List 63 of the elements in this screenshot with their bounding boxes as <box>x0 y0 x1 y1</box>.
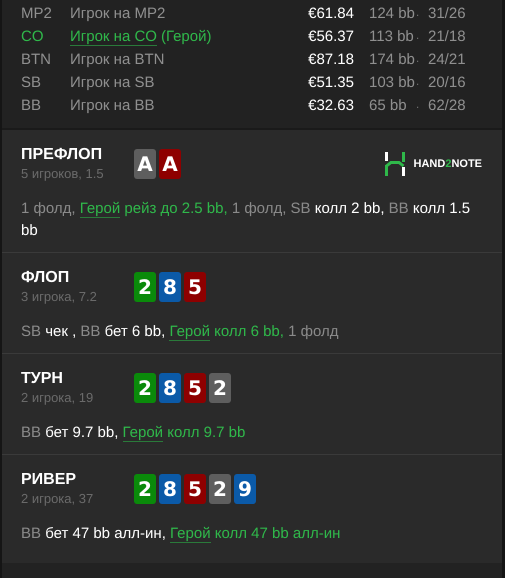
player-stats: 20/16 <box>427 74 466 91</box>
stack-amount: €51.35 <box>307 74 354 91</box>
card: 2 <box>134 474 156 504</box>
street-title: ТУРН <box>21 369 64 389</box>
card: 8 <box>159 474 181 504</box>
card: 5 <box>184 474 206 504</box>
separator-dot: · <box>416 56 420 67</box>
stack-amount: €56.37 <box>307 28 354 45</box>
separator-dot: · <box>416 102 420 113</box>
separator-dot: · <box>416 79 420 90</box>
street-subtitle: 2 игрока, 19 <box>21 390 94 406</box>
street-title: ПРЕФЛОП <box>21 145 104 165</box>
player-stats: 21/18 <box>427 28 466 45</box>
card: 8 <box>159 272 181 302</box>
logo-icon <box>384 152 405 176</box>
hero-tag: (Герой) <box>160 28 212 45</box>
card: 2 <box>134 272 156 302</box>
stack-amount: €61.84 <box>307 5 354 22</box>
stack-amount: €32.63 <box>307 97 354 114</box>
card: 8 <box>159 373 181 403</box>
stack-bb: 113 bb <box>368 28 415 45</box>
card: 2 <box>209 373 231 403</box>
action-summary: BB бет 9.7 bb, Герой колл 9.7 bb <box>21 423 246 444</box>
card: 2 <box>209 474 231 504</box>
card: 9 <box>234 474 256 504</box>
position-label: SB <box>21 74 42 91</box>
player-name: Игрок на SB <box>70 74 154 91</box>
player-stats: 62/28 <box>427 97 466 114</box>
card: A <box>159 149 181 179</box>
card: 5 <box>184 272 206 302</box>
hero-link[interactable]: Герой <box>170 525 211 543</box>
stack-bb: 65 bb <box>368 97 408 114</box>
player-name: Игрок на BTN <box>70 51 164 68</box>
player-name: Игрок на MP2 <box>70 5 166 22</box>
player-stats: 31/26 <box>427 5 466 22</box>
hero-link[interactable]: Герой <box>80 200 120 218</box>
stack-bb: 124 bb <box>368 5 416 22</box>
position-label: CO <box>21 28 44 45</box>
action-summary: BB бет 47 bb алл-ин, Герой колл 47 bb алл-ин <box>21 524 342 545</box>
position-label: MP2 <box>21 5 53 22</box>
hero-link[interactable]: Герой <box>169 323 210 341</box>
stack-bb: 103 bb <box>368 74 416 91</box>
street-subtitle: 5 игроков, 1.5 <box>21 166 105 182</box>
street-title: ФЛОП <box>21 268 70 288</box>
position-label: BB <box>21 97 42 114</box>
action-summary: SB чек , BB бет 6 bb, Герой колл 6 bb, 1 фолд <box>21 322 340 343</box>
hero-link[interactable]: Герой <box>122 424 164 442</box>
card: 5 <box>184 373 206 403</box>
stack-bb: 174 bb <box>368 51 416 68</box>
hero-link[interactable]: Игрок на CO <box>70 28 157 46</box>
position-label: BTN <box>21 51 52 68</box>
player-stats: 24/21 <box>427 51 466 68</box>
player-name: Игрок на BB <box>70 97 154 114</box>
action-summary: 1 фолд, Герой рейз до 2.5 bb, 1 фолд, SB колл 2 bb, BB колл 1.5 bb <box>21 199 472 241</box>
street-subtitle: 3 игрока, 7.2 <box>21 289 98 305</box>
street-subtitle: 2 игрока, 37 <box>21 491 94 507</box>
separator-dot: · <box>416 33 420 44</box>
logo-text: HAND2NOTE <box>414 158 482 170</box>
card: 2 <box>134 373 156 403</box>
stack-amount: €87.18 <box>307 51 354 68</box>
street-title: РИВЕР <box>21 470 78 490</box>
card: A <box>134 149 156 179</box>
separator-dot: · <box>416 10 420 21</box>
